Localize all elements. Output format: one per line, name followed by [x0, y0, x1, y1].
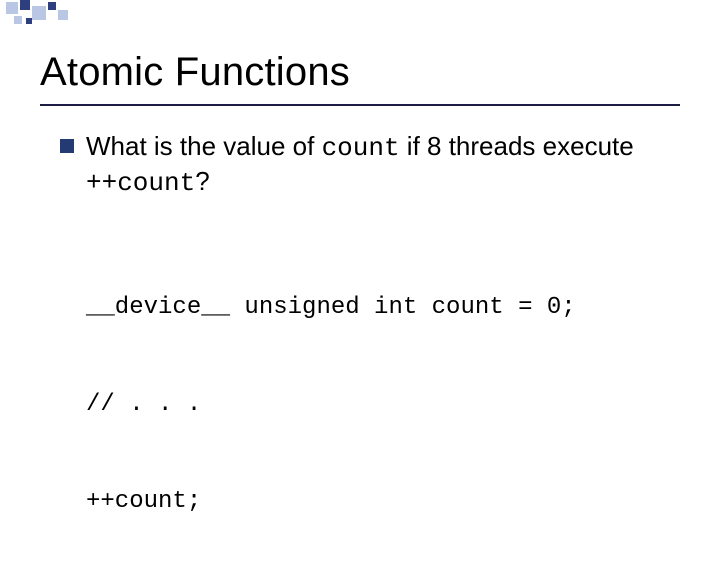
title-underline [40, 104, 680, 106]
slide-title: Atomic Functions [40, 50, 350, 95]
code-block: __device__ unsigned int count = 0; // . … [86, 227, 680, 583]
square-bullet-icon [60, 139, 74, 153]
text-fragment: What is the value of [86, 131, 322, 161]
inline-code: ++count [86, 168, 195, 198]
slide-body: What is the value of count if 8 threads … [60, 130, 680, 583]
code-line: ++count; [86, 486, 680, 518]
text-fragment: if 8 threads execute [400, 131, 634, 161]
inline-code: count [322, 133, 400, 163]
code-line: // . . . [86, 389, 680, 421]
code-line: __device__ unsigned int count = 0; [86, 292, 680, 324]
bullet-item: What is the value of count if 8 threads … [60, 130, 680, 199]
bullet-text: What is the value of count if 8 threads … [86, 130, 680, 199]
corner-decoration [0, 0, 720, 30]
text-fragment: ? [195, 166, 209, 196]
